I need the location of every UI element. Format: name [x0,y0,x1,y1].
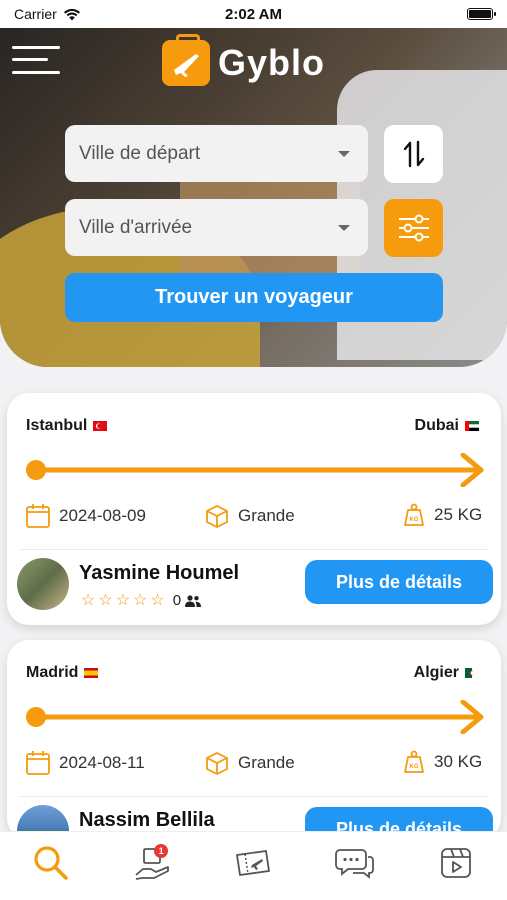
search-icon [34,846,68,880]
package-weight: KG 30 KG [402,750,482,774]
tab-messages[interactable] [325,838,385,888]
origin-city-name: Istanbul [26,417,88,434]
star-icon: ☆ [98,591,113,609]
hamburger-menu-icon[interactable] [12,44,60,76]
details-button[interactable]: Plus de détails [305,560,493,604]
filter-button[interactable] [384,199,443,257]
people-icon [185,594,202,607]
destination-city: Dubai [415,417,479,435]
package-size-value: Grande [238,506,295,525]
swap-arrows-icon [403,140,424,168]
status-bar: Carrier 2:02 AM [0,0,507,28]
traveler-rating: ☆ ☆ ☆ ☆ ☆ 0 [81,592,202,609]
clock: 2:02 AM [225,5,282,23]
route-line [26,700,484,734]
avatar [17,558,69,610]
carrier-label: Carrier [14,6,57,22]
traveler-name: Yasmine Houmel [79,562,240,584]
chevron-down-icon [338,150,350,157]
trip-card[interactable]: Istanbul Dubai 2024-08-09 Grande KG 25 K… [7,393,501,625]
package-size-value: Grande [238,753,295,772]
star-icon: ☆ [81,591,96,609]
review-count: 0 [172,592,182,609]
box-icon [206,504,228,529]
box-icon [206,751,228,776]
star-icon: ☆ [133,591,148,609]
chat-icon [334,849,374,879]
uae-flag-icon [465,421,479,431]
sliders-icon [398,214,429,242]
package-weight-value: 25 KG [434,505,483,524]
traveler-name: Nassim Bellila [79,809,215,831]
divider [19,549,489,550]
departure-city-select[interactable]: Ville de départ [65,125,368,182]
ticket-plane-icon [236,850,271,876]
weight-icon: KG [404,750,424,773]
origin-city: Madrid [26,664,99,682]
swap-cities-button[interactable] [384,125,443,183]
svg-text:KG: KG [410,764,419,770]
calendar-icon [26,751,50,775]
destination-city: Algier [414,664,479,682]
trip-date-value: 2024-08-09 [59,506,146,525]
trip-card[interactable]: Madrid Algier 2024-08-11 Grande KG 30 KG… [7,640,501,840]
trip-date: 2024-08-11 [25,750,145,776]
route-line [26,453,484,487]
find-traveler-button[interactable]: Trouver un voyageur [65,273,443,322]
tab-packages[interactable]: 1 [122,838,182,888]
notification-badge: 1 [154,844,169,858]
tab-videos[interactable] [426,838,486,888]
bottom-tab-bar: 1 [0,831,507,900]
suitcase-plane-icon [162,34,210,86]
destination-city-name: Algier [413,664,459,681]
star-icon: ☆ [115,591,131,609]
algeria-flag-icon [465,668,479,678]
arrival-city-select[interactable]: Ville d'arrivée [65,199,368,256]
tab-trips[interactable] [223,838,283,888]
package-size: Grande [204,750,295,776]
star-icon: ☆ [150,591,165,609]
app-name: Gyblo [218,42,326,83]
video-icon [441,848,472,878]
chevron-down-icon [338,224,350,231]
trip-date-value: 2024-08-11 [59,753,145,772]
app-logo: Gyblo [162,34,326,86]
status-left: Carrier [14,6,81,22]
package-size: Grande [204,503,295,529]
turkey-flag-icon [93,421,108,431]
svg-text:KG: KG [410,517,419,523]
arrival-city-label: Ville d'arrivée [79,216,193,238]
wifi-icon [63,8,80,20]
origin-city: Istanbul [26,417,108,435]
weight-icon: KG [404,503,424,526]
departure-city-label: Ville de départ [79,142,201,164]
trip-date: 2024-08-09 [25,503,146,529]
package-weight: KG 25 KG [402,503,482,527]
package-weight-value: 30 KG [434,752,483,771]
spain-flag-icon [84,668,99,678]
divider [19,796,489,797]
tab-search[interactable] [21,838,81,888]
origin-city-name: Madrid [26,664,79,681]
calendar-icon [26,504,50,528]
destination-city-name: Dubai [414,417,459,434]
battery-icon [467,8,496,20]
